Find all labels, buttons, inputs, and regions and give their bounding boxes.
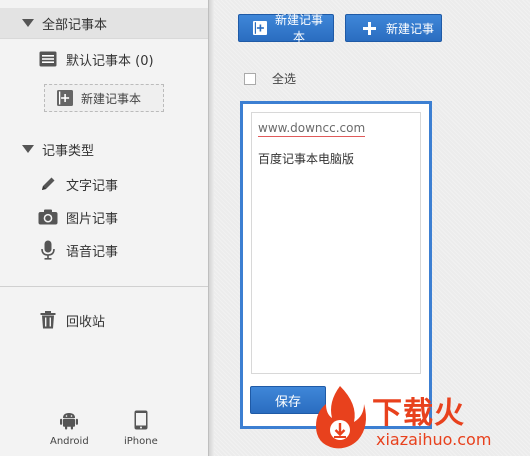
text-notes-label: 文字记事 [66, 178, 119, 194]
collapse-triangle-icon [22, 19, 34, 27]
android-label: Android [50, 436, 89, 447]
new-note-button-label: 新建记事 [386, 21, 435, 36]
add-notebook-icon [57, 90, 73, 106]
microphone-icon [38, 240, 58, 260]
all-notebooks-label: 全部记事本 [42, 17, 108, 33]
add-notebook-icon [253, 21, 267, 35]
recycle-bin-label: 回收站 [66, 314, 106, 330]
note-url-text: www.downcc.com [258, 121, 366, 137]
note-types-label: 记事类型 [42, 143, 95, 159]
trash-icon [38, 310, 58, 330]
sidebar: 全部记事本 默认记事本 (0) 新建记事本 记事类型 文字记事 图片记事 语音记… [0, 0, 209, 456]
iphone-icon [134, 410, 148, 434]
all-notebooks-header[interactable]: 全部记事本 [0, 8, 208, 39]
select-all-label: 全选 [272, 72, 297, 86]
notebook-icon [38, 49, 58, 69]
sidebar-item-recycle-bin[interactable]: 回收站 [38, 307, 105, 333]
collapse-triangle-icon [22, 145, 34, 153]
watermark-brand-en: xiazaihuo.com [376, 430, 492, 449]
select-all-checkbox[interactable] [244, 72, 256, 85]
image-notes-label: 图片记事 [66, 211, 119, 227]
iphone-device-link[interactable]: iPhone [124, 410, 158, 447]
iphone-label: iPhone [124, 436, 158, 447]
sidebar-new-notebook-label: 新建记事本 [81, 91, 142, 106]
camera-icon [38, 207, 58, 227]
note-types-header[interactable]: 记事类型 [0, 134, 208, 164]
default-notebook-label: 默认记事本 (0) [66, 53, 154, 69]
note-content-text: 百度记事本电脑版 [258, 152, 355, 166]
android-device-link[interactable]: Android [50, 410, 89, 447]
sidebar-item-image-notes[interactable]: 图片记事 [38, 204, 118, 230]
new-note-button[interactable]: 新建记事 [345, 14, 442, 42]
flame-logo-icon [316, 386, 366, 449]
android-icon [59, 410, 79, 434]
sidebar-item-voice-notes[interactable]: 语音记事 [38, 237, 118, 263]
watermark-logo: 下载火 xiazaihuo.com [310, 382, 528, 454]
plus-icon [362, 21, 376, 35]
sidebar-item-default-notebook[interactable]: 默认记事本 (0) [38, 46, 154, 72]
new-notebook-button[interactable]: 新建记事本 [238, 13, 334, 44]
sidebar-divider [0, 286, 208, 287]
sidebar-item-text-notes[interactable]: 文字记事 [38, 171, 118, 197]
watermark-brand-cn: 下载火 [372, 396, 465, 431]
new-notebook-button-label: 新建记事本 [274, 13, 323, 44]
pencil-icon [38, 174, 58, 194]
note-editor-textarea[interactable]: www.downcc.com 百度记事本电脑版 [251, 112, 421, 374]
select-all[interactable]: 全选 [244, 70, 296, 87]
sidebar-new-notebook-button[interactable]: 新建记事本 [44, 84, 164, 112]
voice-notes-label: 语音记事 [66, 244, 119, 260]
note-editor: www.downcc.com 百度记事本电脑版 保存 [240, 101, 432, 429]
